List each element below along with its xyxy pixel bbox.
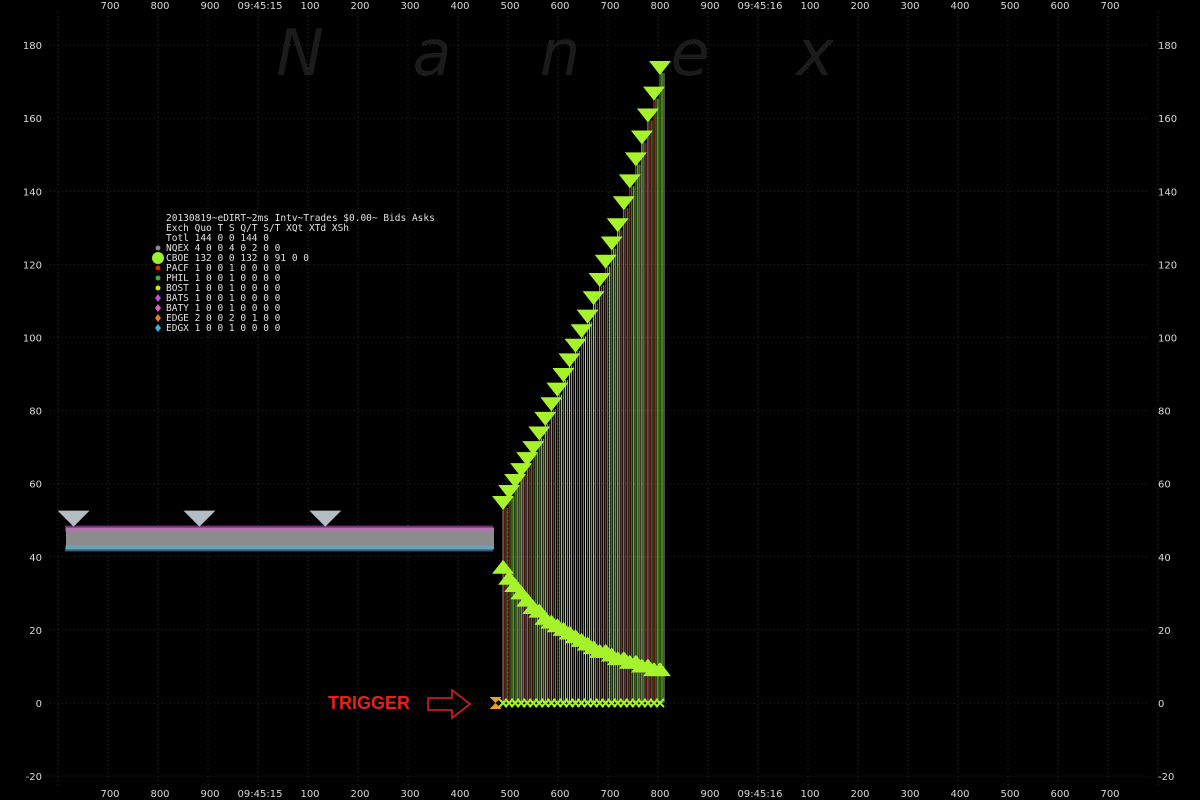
x-tick-bottom: 300 (900, 789, 919, 800)
x-tick-bottom: 600 (550, 789, 569, 800)
y-tick-left: 80 (29, 407, 42, 418)
y-tick-left: 120 (23, 260, 42, 271)
x-tick-top: 800 (650, 1, 669, 12)
x-tick-bottom: 09:45:15 (238, 789, 283, 800)
quote-band (65, 525, 494, 552)
y-tick-left: 60 (29, 480, 42, 491)
x-tick-bottom: 800 (150, 789, 169, 800)
watermark: Na n e x (276, 17, 835, 91)
legend-marker (152, 252, 164, 264)
nqex-ask-marker (183, 510, 216, 527)
x-tick-bottom: 900 (700, 789, 719, 800)
cboe-ask-marker (649, 61, 671, 76)
y-tick-right: 20 (1158, 626, 1171, 637)
x-tick-top: 700 (1100, 1, 1119, 12)
y-tick-left: 100 (23, 334, 42, 345)
y-tick-left: 20 (29, 626, 42, 637)
x-tick-bottom: 200 (350, 789, 369, 800)
y-tick-right: 120 (1158, 260, 1177, 271)
watermark-letter: N (276, 17, 324, 91)
legend-marker (155, 265, 161, 271)
x-tick-top: 200 (850, 1, 869, 12)
y-tick-left: 180 (23, 41, 42, 52)
x-tick-bottom: 09:45:16 (738, 789, 783, 800)
x-tick-top: 500 (500, 1, 519, 12)
x-tick-bottom: 800 (650, 789, 669, 800)
y-tick-right: 60 (1158, 480, 1171, 491)
x-tick-top: 09:45:15 (238, 1, 283, 12)
nqex-ask-marker (309, 510, 342, 527)
x-tick-bottom: 700 (100, 789, 119, 800)
x-tick-bottom: 700 (600, 789, 619, 800)
y-tick-left: 160 (23, 114, 42, 125)
x-tick-top: 900 (200, 1, 219, 12)
y-tick-left: 40 (29, 553, 42, 564)
y-tick-right: -20 (1158, 772, 1174, 783)
x-tick-bottom: 400 (950, 789, 969, 800)
trigger-annotation: TRIGGER (328, 688, 472, 720)
trigger-label: TRIGGER (328, 693, 410, 713)
legend-row: EDGX 1 0 0 1 0 0 0 0 (166, 323, 281, 334)
legend-marker (155, 275, 161, 281)
trigger-arrow-icon (427, 688, 472, 720)
x-tick-top: 09:45:16 (738, 1, 783, 12)
watermark-letter: n (540, 17, 581, 91)
x-tick-top: 600 (1050, 1, 1069, 12)
legend-marker (155, 304, 161, 312)
x-tick-top: 200 (350, 1, 369, 12)
x-tick-bottom: 600 (1050, 789, 1069, 800)
y-tick-right: 160 (1158, 114, 1177, 125)
x-tick-top: 100 (800, 1, 819, 12)
x-tick-bottom: 100 (300, 789, 319, 800)
x-tick-top: 400 (450, 1, 469, 12)
y-tick-left: 0 (36, 699, 42, 710)
x-tick-top: 300 (400, 1, 419, 12)
x-tick-top: 400 (950, 1, 969, 12)
y-tick-right: 100 (1158, 334, 1177, 345)
y-tick-right: 40 (1158, 553, 1171, 564)
grid (50, 12, 1159, 786)
y-tick-left: -20 (26, 772, 42, 783)
x-tick-bottom: 100 (800, 789, 819, 800)
x-tick-top: 700 (600, 1, 619, 12)
watermark-letter: a (412, 17, 451, 91)
x-tick-top: 900 (700, 1, 719, 12)
x-tick-bottom: 400 (450, 789, 469, 800)
x-tick-top: 600 (550, 1, 569, 12)
x-tick-bottom: 300 (400, 789, 419, 800)
x-tick-bottom: 700 (1100, 789, 1119, 800)
trigger-marker (489, 697, 502, 709)
x-tick-bottom: 200 (850, 789, 869, 800)
legend-marker (155, 294, 161, 302)
x-tick-top: 500 (1000, 1, 1019, 12)
x-tick-top: 100 (300, 1, 319, 12)
legend-marker (155, 285, 161, 291)
legend: 20130819~eDIRT~2ms Intv~Trades $0.00~ Bi… (152, 213, 435, 334)
x-tick-top: 800 (150, 1, 169, 12)
x-tick-bottom: 900 (200, 789, 219, 800)
y-tick-right: 180 (1158, 41, 1177, 52)
legend-marker (155, 324, 161, 332)
x-tick-top: 300 (900, 1, 919, 12)
y-tick-left: 140 (23, 187, 42, 198)
nqex-ask-marker (57, 510, 90, 527)
legend-marker (155, 314, 161, 322)
chart-canvas: Na n e x -20 -20 0 0 20 20 40 40 60 60 80 80 100 100 120 1… (23, 1, 1177, 800)
y-tick-right: 0 (1158, 699, 1164, 710)
x-tick-top: 700 (100, 1, 119, 12)
quote-markers (57, 61, 671, 709)
legend-marker (155, 245, 161, 251)
x-tick-bottom: 500 (1000, 789, 1019, 800)
x-tick-bottom: 500 (500, 789, 519, 800)
y-tick-right: 140 (1158, 187, 1177, 198)
y-tick-right: 80 (1158, 407, 1171, 418)
watermark-letter: e (670, 17, 709, 91)
watermark-letter: x (794, 17, 835, 91)
